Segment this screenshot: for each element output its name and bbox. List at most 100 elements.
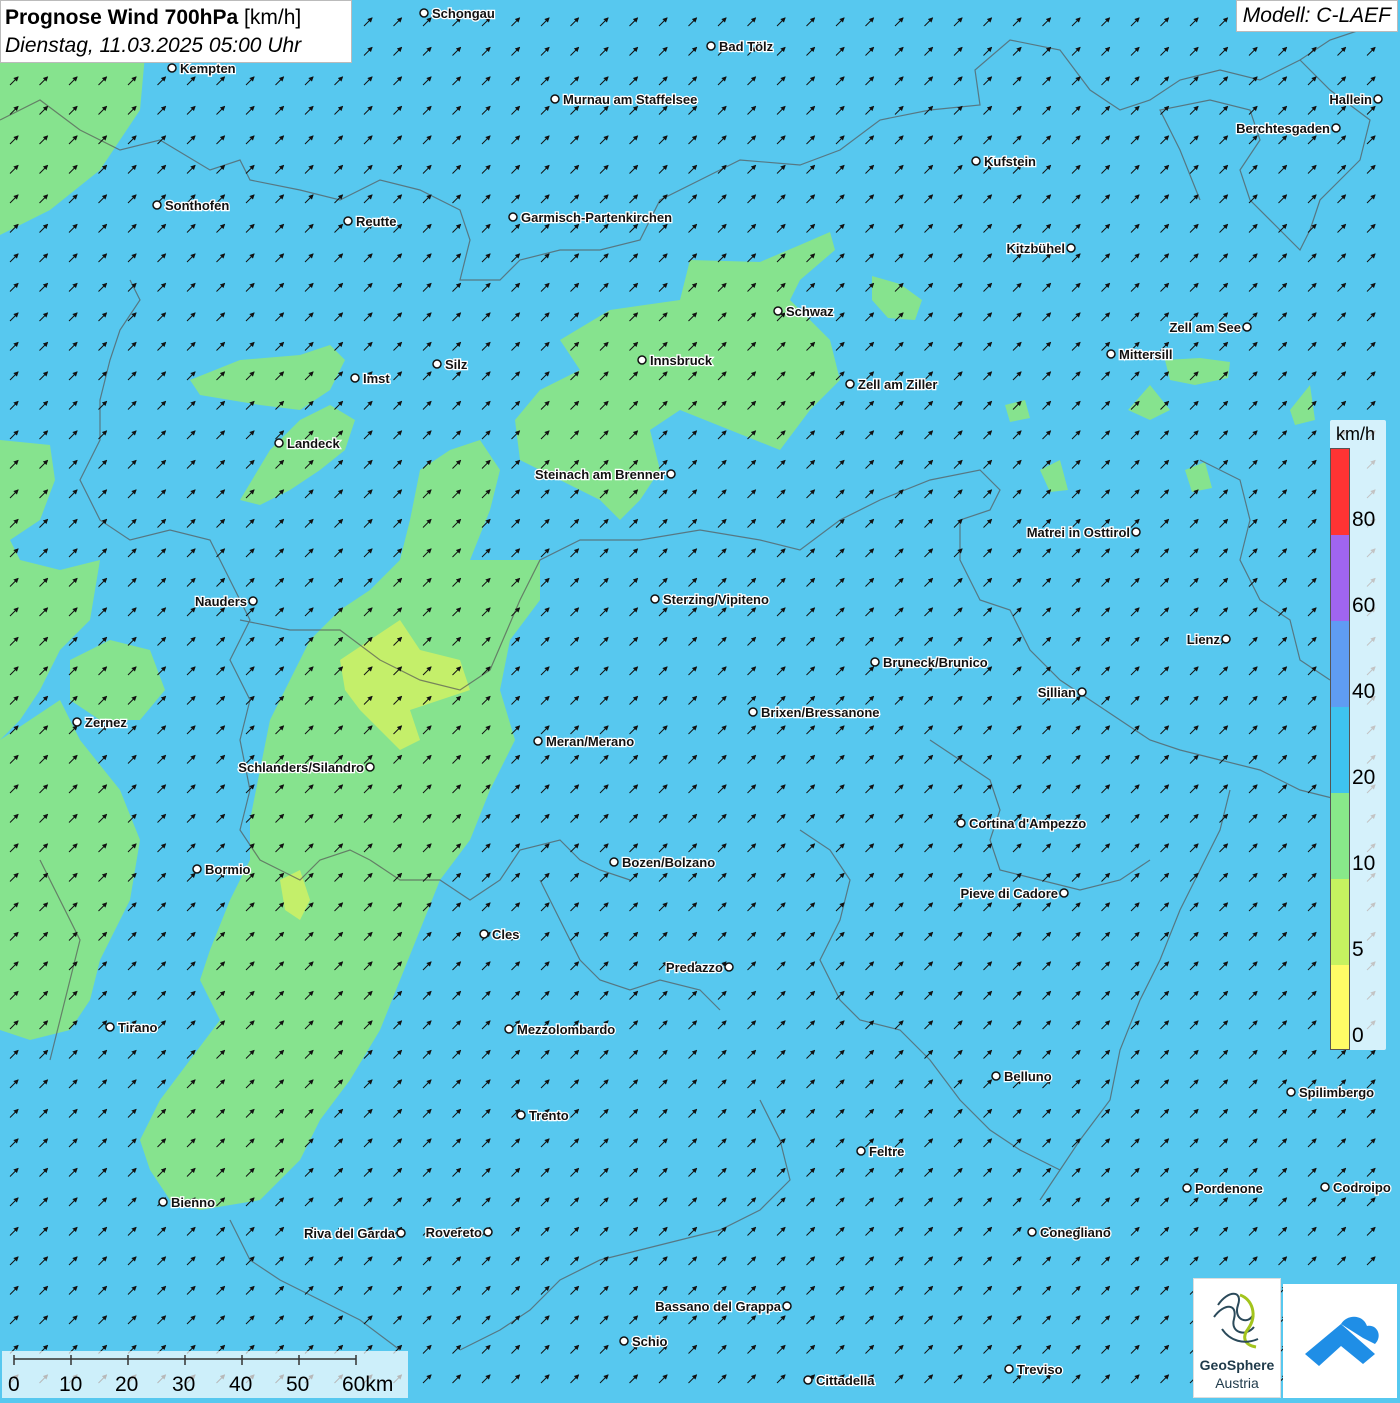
legend-seg-10 xyxy=(1331,793,1349,879)
city-marker: Predazzo xyxy=(665,959,734,976)
city-label: Sonthofen xyxy=(165,198,229,213)
scale-label-0: 0 xyxy=(8,1373,20,1396)
city-marker: Zell am Ziller xyxy=(845,376,939,393)
city-label: Spilimbergo xyxy=(1299,1085,1374,1100)
city-marker: Conegliano xyxy=(1027,1224,1112,1241)
city-dot xyxy=(479,929,489,939)
city-marker: Meran/Merano xyxy=(533,733,635,750)
city-marker: Spilimbergo xyxy=(1286,1084,1375,1101)
city-label: Kitzbühel xyxy=(1007,241,1066,256)
city-dot xyxy=(508,212,518,222)
city-label: Innsbruck xyxy=(650,353,713,368)
geosphere-logo[interactable]: GeoSphere Austria xyxy=(1193,1278,1281,1398)
scale-label-40: 40 xyxy=(229,1373,253,1396)
city-dot xyxy=(1331,123,1341,133)
city-label: Schlanders/Silandro xyxy=(238,760,364,775)
scale-label-50: 50 xyxy=(286,1373,310,1396)
city-label: Zell am Ziller xyxy=(858,377,937,392)
city-label: Landeck xyxy=(287,436,341,451)
city-dot xyxy=(650,594,660,604)
city-label: Sillian xyxy=(1038,685,1076,700)
city-label: Schongau xyxy=(432,6,495,21)
legend-label-5: 5 xyxy=(1352,938,1364,961)
city-dot xyxy=(773,306,783,316)
city-marker: Schongau xyxy=(419,5,496,22)
city-dot xyxy=(550,94,560,104)
city-dot xyxy=(152,200,162,210)
city-label: Treviso xyxy=(1017,1362,1063,1377)
city-marker: Kitzbühel xyxy=(1005,240,1076,257)
city-dot xyxy=(1242,322,1252,332)
city-dot xyxy=(483,1227,493,1237)
city-marker: Brixen/Bressanone xyxy=(748,704,881,721)
city-label: Bruneck/Brunico xyxy=(883,655,988,670)
city-dot xyxy=(991,1071,1001,1081)
city-dot xyxy=(158,1197,168,1207)
city-dot xyxy=(1221,634,1231,644)
city-label: Codroipo xyxy=(1333,1180,1391,1195)
city-label: Meran/Merano xyxy=(546,734,634,749)
color-legend: km/h 80 60 40 20 10 5 0 xyxy=(1330,420,1386,1050)
city-label: Schwaz xyxy=(786,304,834,319)
city-marker: Bruneck/Brunico xyxy=(870,654,989,671)
legend-label-20: 20 xyxy=(1352,766,1376,789)
legend-seg-0 xyxy=(1331,965,1349,1049)
city-dot xyxy=(432,359,442,369)
legend-seg-80 xyxy=(1331,449,1349,535)
city-dot xyxy=(971,156,981,166)
city-label: Cles xyxy=(492,927,519,942)
forecast-datetime: Dienstag, 11.03.2025 05:00 Uhr xyxy=(5,34,302,57)
legend-label-0: 0 xyxy=(1352,1024,1364,1047)
city-dot xyxy=(748,707,758,717)
city-label: Nauders xyxy=(195,594,247,609)
scale-label-30: 30 xyxy=(172,1373,196,1396)
city-dot xyxy=(396,1228,406,1238)
city-dot xyxy=(516,1110,526,1120)
city-dot xyxy=(1059,888,1069,898)
city-label: Zell am See xyxy=(1169,320,1241,335)
city-dot xyxy=(192,864,202,874)
city-dot xyxy=(956,818,966,828)
city-label: Cortina d'Ampezzo xyxy=(969,816,1086,831)
scale-label-60km: 60km xyxy=(342,1373,394,1396)
city-dot xyxy=(504,1024,514,1034)
city-dot xyxy=(619,1336,629,1346)
city-dot xyxy=(1106,349,1116,359)
city-label: Cittadella xyxy=(816,1373,875,1388)
scale-label-20: 20 xyxy=(115,1373,139,1396)
city-marker: Garmisch-Partenkirchen xyxy=(508,209,673,226)
city-dot xyxy=(1066,243,1076,253)
city-dot xyxy=(782,1301,792,1311)
city-dot xyxy=(609,857,619,867)
legend-unit: km/h xyxy=(1336,424,1376,444)
city-marker: Riva del Garda xyxy=(303,1225,406,1242)
city-label: Schio xyxy=(632,1334,667,1349)
city-label: Bad Tölz xyxy=(719,39,774,54)
city-label: Silz xyxy=(445,357,468,372)
city-dot xyxy=(105,1022,115,1032)
city-dot xyxy=(248,596,258,606)
city-label: Zernez xyxy=(85,715,127,730)
city-label: Mittersill xyxy=(1119,347,1172,362)
city-label: Berchtesgaden xyxy=(1236,121,1330,136)
city-label: Garmisch-Partenkirchen xyxy=(521,210,672,225)
city-label: Brixen/Bressanone xyxy=(761,705,880,720)
city-marker: Bassano del Grappa xyxy=(654,1298,792,1315)
city-marker: Zell am See xyxy=(1168,319,1252,336)
city-dot xyxy=(870,657,880,667)
city-dot xyxy=(724,962,734,972)
city-label: Feltre xyxy=(869,1144,904,1159)
city-marker: Schlanders/Silandro xyxy=(237,759,375,776)
partner-logo[interactable] xyxy=(1283,1284,1397,1398)
geosphere-emblem-icon xyxy=(1213,1292,1259,1349)
map-canvas[interactable]: Schongau Bad Tölz Kempten Murnau am Staffel… xyxy=(0,0,1400,1400)
city-marker: Matrei in Osttirol xyxy=(1025,524,1141,541)
city-label: Lienz xyxy=(1187,632,1221,647)
city-dot xyxy=(637,355,647,365)
city-dot xyxy=(1320,1182,1330,1192)
city-dot xyxy=(533,736,543,746)
city-label: Riva del Garda xyxy=(304,1226,396,1241)
legend-color-bar xyxy=(1330,448,1350,1050)
geosphere-logo-text: GeoSphere xyxy=(1199,1357,1275,1373)
city-label: Steinach am Brenner xyxy=(535,467,665,482)
